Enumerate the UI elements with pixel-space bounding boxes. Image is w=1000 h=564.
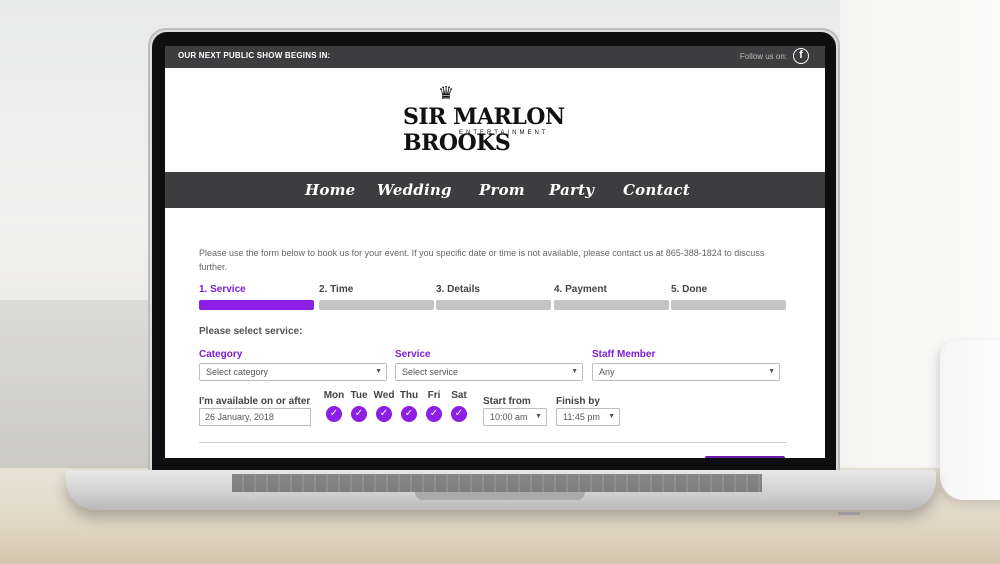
staff-member-value: Any — [599, 367, 615, 377]
laptop-led — [838, 512, 860, 515]
checkmark-icon[interactable]: ✓ — [351, 406, 367, 422]
chevron-down-icon: ▼ — [571, 368, 578, 375]
step-payment: 4. Payment — [554, 284, 669, 310]
checkmark-icon[interactable]: ✓ — [326, 406, 342, 422]
start-time-value: 10:00 am — [490, 412, 528, 422]
website-screen: OUR NEXT PUBLIC SHOW BEGINS IN: Follow u… — [165, 46, 825, 458]
day-thu[interactable]: Thu ✓ — [397, 390, 421, 422]
day-label: Sat — [451, 390, 467, 401]
nav-party[interactable]: Party — [549, 181, 594, 199]
checkmark-icon[interactable]: ✓ — [401, 406, 417, 422]
nav-contact[interactable]: Contact — [623, 181, 690, 199]
day-sat[interactable]: Sat ✓ — [447, 390, 471, 422]
category-value: Select category — [206, 367, 269, 377]
day-label: Fri — [427, 390, 441, 401]
service-label: Service — [395, 349, 431, 360]
chevron-down-icon: ▼ — [608, 413, 615, 420]
laptop-notch — [415, 492, 585, 500]
day-label: Mon — [323, 390, 345, 401]
facebook-icon[interactable]: f — [793, 48, 809, 64]
crown-icon: ♛ — [438, 83, 455, 103]
checkmark-icon[interactable]: ✓ — [451, 406, 467, 422]
show-countdown-label: OUR NEXT PUBLIC SHOW BEGINS IN: — [178, 51, 331, 60]
day-label: Thu — [399, 390, 419, 401]
service-value: Select service — [402, 367, 459, 377]
finish-by-label: Finish by — [556, 396, 600, 407]
finish-time-select[interactable]: 11:45 pm ▼ — [556, 408, 620, 426]
finish-time-value: 11:45 pm — [563, 412, 600, 422]
nav-home[interactable]: Home — [305, 181, 355, 199]
booking-intro: Please use the form below to book us for… — [199, 248, 765, 272]
step-label: 5. Done — [671, 284, 708, 295]
chevron-down-icon: ▼ — [375, 368, 382, 375]
step-progress-bar — [554, 300, 669, 310]
checkmark-icon[interactable]: ✓ — [426, 406, 442, 422]
step-label: 2. Time — [319, 284, 354, 295]
step-progress-bar — [319, 300, 434, 310]
checkmark-icon[interactable]: ✓ — [376, 406, 392, 422]
step-progress-bar — [199, 300, 314, 310]
form-divider — [199, 442, 787, 443]
day-wed[interactable]: Wed ✓ — [372, 390, 396, 422]
step-label: 1. Service — [199, 284, 246, 295]
logo-subtitle: ENTERTAINMENT — [459, 130, 549, 136]
step-label: 3. Details — [436, 284, 480, 295]
available-date-label: I'm available on or after — [199, 396, 311, 407]
nav-wedding[interactable]: Wedding — [377, 181, 452, 199]
step-service: 1. Service — [199, 284, 314, 310]
category-select[interactable]: Select category ▼ — [199, 363, 387, 381]
main-nav: Home Wedding Prom Party Contact — [165, 172, 825, 208]
top-bar: OUR NEXT PUBLIC SHOW BEGINS IN: Follow u… — [165, 46, 825, 68]
step-time: 2. Time — [319, 284, 434, 310]
day-tue[interactable]: Tue ✓ — [347, 390, 371, 422]
select-service-heading: Please select service: — [199, 326, 303, 337]
chevron-down-icon: ▼ — [535, 413, 542, 420]
day-label: Tue — [350, 390, 368, 401]
booking-steps: 1. Service 2. Time 3. Details 4. Payment… — [199, 284, 787, 314]
step-progress-bar — [671, 300, 786, 310]
available-date-input[interactable]: 26 January, 2018 — [199, 408, 311, 426]
laptop-keyboard — [232, 474, 762, 492]
day-label: Wed — [373, 390, 395, 401]
day-mon[interactable]: Mon ✓ — [322, 390, 346, 422]
follow-us-label: Follow us on: — [739, 52, 787, 61]
start-from-label: Start from — [483, 396, 531, 407]
step-label: 4. Payment — [554, 284, 607, 295]
start-time-select[interactable]: 10:00 am ▼ — [483, 408, 547, 426]
site-logo[interactable]: ♛ SIR MARLON BROOKS ENTERTAINMENT — [403, 83, 583, 156]
service-select[interactable]: Select service ▼ — [395, 363, 583, 381]
staff-member-select[interactable]: Any ▼ — [592, 363, 780, 381]
coffee-mug — [940, 340, 1000, 500]
step-done: 5. Done — [671, 284, 786, 310]
chevron-down-icon: ▼ — [768, 368, 775, 375]
category-label: Category — [199, 349, 243, 360]
background-shelf — [0, 300, 150, 470]
day-fri[interactable]: Fri ✓ — [422, 390, 446, 422]
step-details: 3. Details — [436, 284, 551, 310]
next-button[interactable] — [705, 456, 785, 458]
step-progress-bar — [436, 300, 551, 310]
nav-prom[interactable]: Prom — [479, 181, 525, 199]
staff-member-label: Staff Member — [592, 349, 656, 360]
